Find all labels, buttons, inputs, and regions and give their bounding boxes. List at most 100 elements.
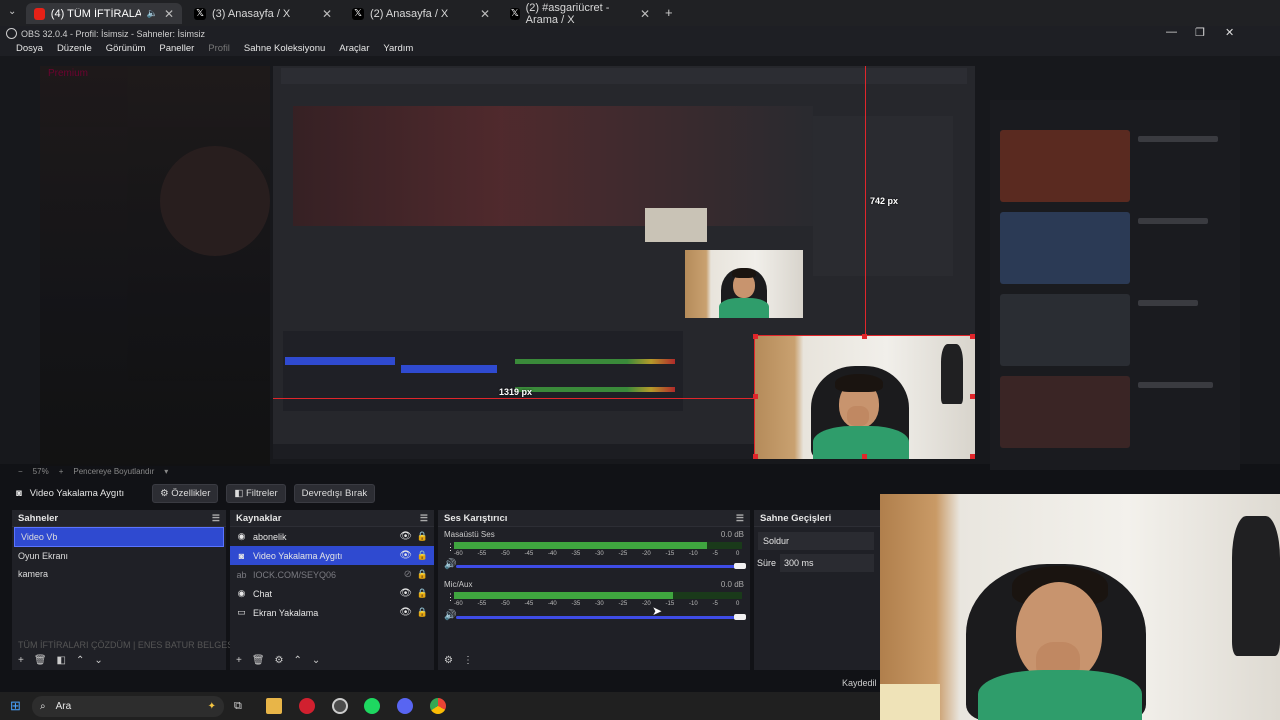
speaker-icon[interactable]: 🔊 <box>444 559 456 570</box>
background-recommendations <box>990 100 1240 470</box>
new-tab-button[interactable]: + <box>665 5 673 20</box>
menu-duzenle[interactable]: Düzenle <box>57 43 92 54</box>
source-item-abonelik[interactable]: ◉ abonelik 👁 🔒 <box>230 527 434 546</box>
tab-x-home-2[interactable]: 𝕏 (2) Anasayfa / X ✕ <box>344 3 498 24</box>
properties-button[interactable]: ⚙ Özellikler <box>152 483 219 503</box>
resize-handle[interactable] <box>862 334 867 339</box>
tab-list-icon[interactable]: ⌄ <box>8 6 16 17</box>
channel-db: 0.0 dB <box>720 530 744 539</box>
slider-knob[interactable] <box>734 614 746 620</box>
fit-to-window[interactable]: Pencereye Boyutlandır <box>73 467 154 476</box>
tab-youtube[interactable]: (4) TÜM İFTİRALARI ÇÖZD 🔈 ✕ <box>26 3 182 24</box>
visibility-eye-icon[interactable]: 👁 <box>399 607 412 618</box>
resize-handle[interactable] <box>970 334 975 339</box>
resize-handle[interactable] <box>970 454 975 459</box>
close-tab-icon[interactable]: ✕ <box>640 7 650 21</box>
scene-item-video-vb[interactable]: Video Vb <box>14 527 224 547</box>
chevron-down-icon[interactable]: ▾ <box>164 467 168 476</box>
more-options-icon[interactable]: ⋮ <box>463 655 473 666</box>
remove-scene-button[interactable]: 🗑 <box>34 655 47 666</box>
lock-icon[interactable]: 🔒 <box>417 531 428 542</box>
add-source-button[interactable]: + <box>236 655 242 666</box>
scene-item-oyun-ekrani[interactable]: Oyun Ekranı <box>12 547 226 565</box>
hidden-eye-icon[interactable]: ⊘ <box>404 569 412 580</box>
resize-handle[interactable] <box>862 454 867 459</box>
tab-x-search[interactable]: 𝕏 (2) #asgariücret - Arama / X ✕ <box>502 2 658 26</box>
close-window-icon[interactable]: ✕ <box>1225 26 1234 39</box>
menu-yardim[interactable]: Yardım <box>383 43 413 54</box>
deactivate-button[interactable]: Devredışı Bırak <box>293 483 376 503</box>
source-item-text[interactable]: ab IOCK.COM/SEYQ06 ⊘ 🔒 <box>230 565 434 584</box>
duration-input[interactable]: 300 ms <box>780 554 874 572</box>
browser-tab-bar: ⌄ (4) TÜM İFTİRALARI ÇÖZD 🔈 ✕ 𝕏 (3) Anas… <box>0 0 1280 26</box>
slider-knob[interactable] <box>734 563 746 569</box>
resize-handle[interactable] <box>970 394 975 399</box>
tab-x-home-1[interactable]: 𝕏 (3) Anasayfa / X ✕ <box>186 3 340 24</box>
scene-item-kamera[interactable]: kamera <box>12 565 226 583</box>
minimize-icon[interactable]: — <box>1166 26 1177 38</box>
speaker-icon[interactable]: 🔊 <box>444 610 456 621</box>
lock-icon[interactable]: 🔒 <box>417 569 428 580</box>
maximize-icon[interactable]: ❐ <box>1195 26 1205 39</box>
menu-gorunum[interactable]: Görünüm <box>106 43 146 54</box>
scene-filter-icon[interactable]: ◧ <box>57 655 66 666</box>
menu-paneller[interactable]: Paneller <box>159 43 194 54</box>
source-properties-icon[interactable]: ⚙ <box>275 655 284 666</box>
title-line <box>1138 136 1218 142</box>
zoom-in-icon[interactable]: + <box>59 467 64 476</box>
dock-menu-icon[interactable]: ☰ <box>212 513 220 524</box>
mixer-header: Ses Karıştırıcı ☰ <box>438 510 750 527</box>
volume-slider[interactable] <box>456 565 742 568</box>
opera-icon[interactable] <box>299 698 315 714</box>
taskbar-search[interactable]: ⌕ Ara ✦ <box>32 696 224 717</box>
scale-tick: -10 <box>689 551 698 557</box>
browser-icon: ◉ <box>237 531 246 541</box>
dock-menu-icon[interactable]: ☰ <box>736 513 744 524</box>
resize-handle[interactable] <box>753 394 758 399</box>
close-tab-icon[interactable]: ✕ <box>164 7 174 21</box>
menu-dosya[interactable]: Dosya <box>16 43 43 54</box>
menu-sahne-koleksiyonu[interactable]: Sahne Koleksiyonu <box>244 43 325 54</box>
resize-handle[interactable] <box>753 454 758 459</box>
volume-meter <box>454 542 742 549</box>
advanced-audio-icon[interactable]: ⚙ <box>444 655 453 666</box>
visibility-eye-icon[interactable]: 👁 <box>399 531 412 542</box>
dock-menu-icon[interactable]: ☰ <box>420 513 428 524</box>
source-item-chat[interactable]: ◉ Chat 👁 🔒 <box>230 584 434 603</box>
source-item-video-capture[interactable]: ◙ Video Yakalama Aygıtı 👁 🔒 <box>230 546 434 565</box>
windows-start-icon[interactable]: ⊞ <box>10 698 21 714</box>
scale-tick: -40 <box>548 551 557 557</box>
move-down-icon[interactable]: ⌄ <box>94 655 102 666</box>
move-up-icon[interactable]: ⌃ <box>294 655 302 666</box>
transition-select[interactable]: Soldur <box>758 532 874 550</box>
chrome-icon[interactable] <box>430 698 446 714</box>
close-tab-icon[interactable]: ✕ <box>480 7 490 21</box>
obs-preview-canvas[interactable]: 742 px 1319 px <box>273 66 975 459</box>
resize-handle[interactable] <box>753 334 758 339</box>
remove-source-button[interactable]: 🗑 <box>252 655 265 666</box>
lock-icon[interactable]: 🔒 <box>417 607 428 618</box>
source-item-screen-capture[interactable]: ▭ Ekran Yakalama 👁 🔒 <box>230 603 434 622</box>
speaker-icon[interactable]: 🔈 <box>147 8 158 19</box>
zoom-out-icon[interactable]: − <box>18 467 23 476</box>
selected-webcam-source[interactable] <box>754 335 975 459</box>
spotify-icon[interactable] <box>364 698 380 714</box>
visibility-eye-icon[interactable]: 👁 <box>399 588 412 599</box>
discord-icon[interactable] <box>397 698 413 714</box>
mouse-cursor-icon: ➤ <box>652 604 663 618</box>
task-view-icon[interactable]: ⧉ <box>234 700 242 713</box>
visibility-eye-icon[interactable]: 👁 <box>399 550 412 561</box>
close-tab-icon[interactable]: ✕ <box>322 7 332 21</box>
volume-slider[interactable] <box>456 616 742 619</box>
file-explorer-icon[interactable] <box>266 698 282 714</box>
obs-taskbar-icon[interactable] <box>332 698 348 714</box>
menu-araclar[interactable]: Araçlar <box>339 43 369 54</box>
move-down-icon[interactable]: ⌄ <box>312 655 320 666</box>
lock-icon[interactable]: 🔒 <box>417 550 428 561</box>
filters-button[interactable]: ◧ Filtreler <box>226 483 286 503</box>
menu-profil[interactable]: Profil <box>208 43 230 54</box>
add-scene-button[interactable]: + <box>18 655 24 666</box>
move-up-icon[interactable]: ⌃ <box>76 655 84 666</box>
search-icon: ⌕ <box>40 701 46 712</box>
lock-icon[interactable]: 🔒 <box>417 588 428 599</box>
